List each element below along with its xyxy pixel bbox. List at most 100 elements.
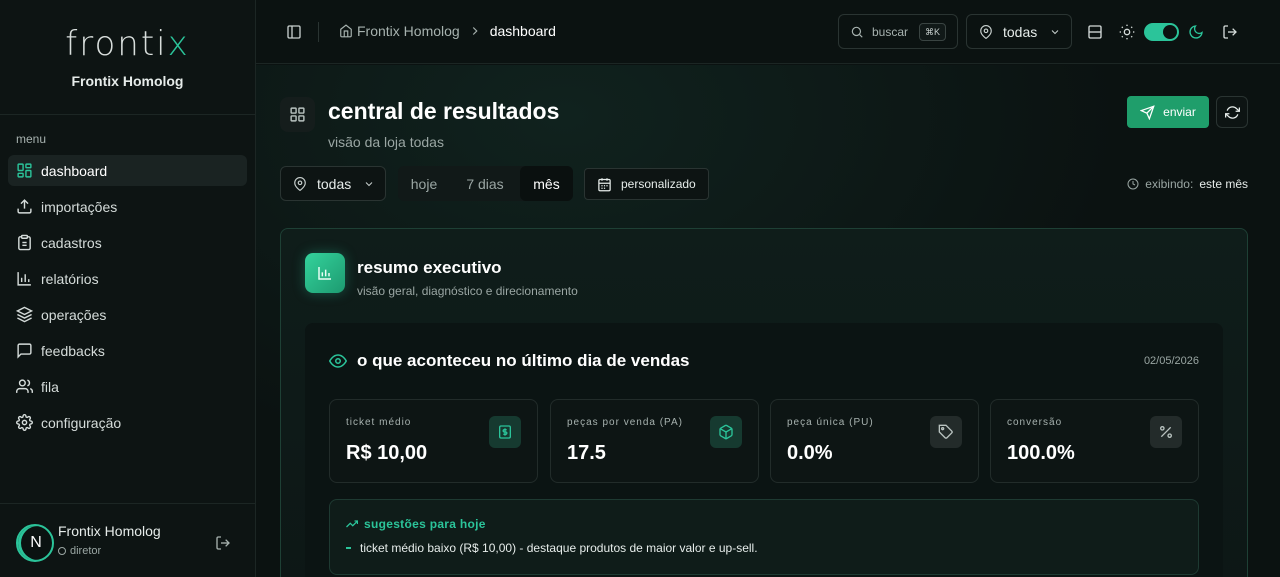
main-content: central de resultados visão da loja toda… (256, 65, 1280, 577)
suggestions-title-text: sugestões para hoje (364, 517, 486, 531)
suggestions-box: sugestões para hoje ticket médio baixo (… (329, 499, 1199, 575)
message-icon (17, 343, 32, 359)
logo[interactable]: frontix (65, 25, 189, 63)
metric-icon-badge (489, 416, 521, 448)
refresh-icon (1224, 105, 1240, 119)
sidebar: frontix Frontix Homolog menu dashboard i… (0, 0, 256, 577)
search-input[interactable]: buscar ⌘K (838, 14, 958, 49)
top-header: Frontix Homolog dashboard buscar ⌘K toda… (256, 0, 1280, 64)
avatar-initial: N (30, 534, 42, 551)
chevron-down-icon (365, 181, 373, 186)
user-name: Frontix Homolog (58, 523, 161, 539)
user-panel: N Frontix Homolog diretor (0, 503, 256, 577)
metric-value: 17.5 (567, 442, 606, 464)
page-icon (280, 97, 315, 132)
avatar[interactable]: N (16, 524, 54, 562)
clipboard-icon (18, 234, 31, 251)
box-icon (719, 424, 733, 440)
logout-icon[interactable] (215, 535, 231, 551)
layers-icon (16, 306, 33, 323)
sidebar-item-dashboard[interactable]: dashboard (8, 155, 247, 186)
metric-label: ticket médio (346, 417, 412, 428)
trending-up-icon (346, 520, 358, 528)
sidebar-item-fila[interactable]: fila (8, 371, 247, 402)
page-title: central de resultados (328, 98, 560, 124)
breadcrumb: Frontix Homolog dashboard (339, 23, 556, 39)
store-select[interactable]: todas (966, 14, 1072, 49)
sidebar-item-label: importações (41, 198, 118, 215)
executive-summary-icon (305, 253, 345, 293)
send-button[interactable]: enviar (1127, 96, 1209, 128)
period-tab-mes[interactable]: mês (520, 166, 573, 201)
sidebar-item-operacoes[interactable]: operações (8, 299, 247, 330)
period-tab-7-dias[interactable]: 7 dias (450, 166, 520, 201)
role-dot-icon (58, 547, 66, 555)
map-pin-icon (980, 24, 992, 39)
showing-period: exibindo: este mês (1127, 177, 1248, 191)
sidebar-item-feedbacks[interactable]: feedbacks (8, 335, 247, 366)
search-shortcut: ⌘K (918, 23, 946, 41)
metric-icon-badge (930, 416, 962, 448)
moon-icon[interactable] (1188, 24, 1204, 40)
search-icon (851, 26, 863, 38)
store-select-value: todas (1003, 23, 1038, 40)
metric-card-ticket-medio: ticket médio R$ 10,00 (329, 399, 538, 483)
sidebar-item-label: configuração (41, 414, 122, 431)
metric-card-peca-unica: peça única (PU) 0.0% (770, 399, 979, 483)
sidebar-item-label: operações (41, 306, 107, 323)
refresh-button[interactable] (1216, 96, 1248, 128)
sidebar-item-label: cadastros (41, 234, 102, 251)
chevron-right-icon (472, 27, 478, 35)
send-icon (1140, 104, 1155, 120)
custom-period-label: personalizado (621, 177, 696, 191)
sidebar-nav: dashboard importações cadastros relatóri… (8, 155, 247, 443)
executive-summary-title: resumo executivo (357, 258, 502, 277)
sidebar-item-label: dashboard (41, 162, 108, 179)
theme-toggle[interactable] (1144, 23, 1179, 41)
sidebar-item-label: relatórios (41, 270, 99, 287)
custom-period-button[interactable]: personalizado (584, 168, 709, 200)
upload-icon (17, 199, 32, 214)
sun-icon[interactable] (1119, 24, 1135, 40)
metric-value: 0.0% (787, 442, 833, 464)
layout-icon[interactable] (1087, 24, 1103, 40)
calendar-icon (598, 177, 611, 191)
user-role-text: diretor (70, 545, 102, 557)
filter-store-select[interactable]: todas (280, 166, 386, 201)
breadcrumb-home[interactable]: Frontix Homolog (357, 23, 460, 39)
last-day-panel: o que aconteceu no último dia de vendas … (305, 323, 1223, 577)
metric-card-conversao: conversão 100.0% (990, 399, 1199, 483)
sidebar-item-label: feedbacks (41, 342, 105, 359)
metric-icon-badge (710, 416, 742, 448)
user-role: diretor (58, 545, 101, 557)
theme-toggle-knob (1163, 25, 1177, 39)
showing-label: exibindo: (1145, 177, 1194, 191)
map-pin-icon (294, 176, 306, 191)
metric-value: 100.0% (1007, 442, 1075, 464)
sidebar-item-configuracao[interactable]: configuração (8, 407, 247, 438)
bullet-dash-icon (346, 547, 351, 549)
metric-card-pecas-por-venda: peças por venda (PA) 17.5 (550, 399, 759, 483)
users-icon (16, 379, 33, 393)
logout-icon[interactable] (1222, 24, 1238, 40)
metric-icon-badge (1150, 416, 1182, 448)
suggestions-title: sugestões para hoje (346, 517, 486, 531)
search-placeholder: buscar (872, 24, 909, 39)
dollar-icon (499, 425, 511, 439)
brand-subtitle: Frontix Homolog (71, 73, 184, 89)
metric-label: conversão (1007, 417, 1063, 428)
logo-accent: x (167, 24, 190, 64)
sidebar-item-importacoes[interactable]: importações (8, 191, 247, 222)
showing-value: este mês (1199, 177, 1248, 191)
bar-chart-icon (17, 272, 31, 286)
last-day-title: o que aconteceu no último dia de vendas (357, 351, 690, 370)
grid-icon (17, 163, 32, 178)
suggestion-text: ticket médio baixo (R$ 10,00) - destaque… (360, 541, 758, 555)
header-divider (318, 22, 319, 42)
sidebar-item-cadastros[interactable]: cadastros (8, 227, 247, 258)
period-tab-hoje[interactable]: hoje (398, 166, 450, 201)
eye-icon (329, 354, 347, 368)
sidebar-item-relatorios[interactable]: relatórios (8, 263, 247, 294)
home-icon[interactable] (339, 24, 353, 38)
sidebar-toggle-icon[interactable] (286, 24, 302, 40)
